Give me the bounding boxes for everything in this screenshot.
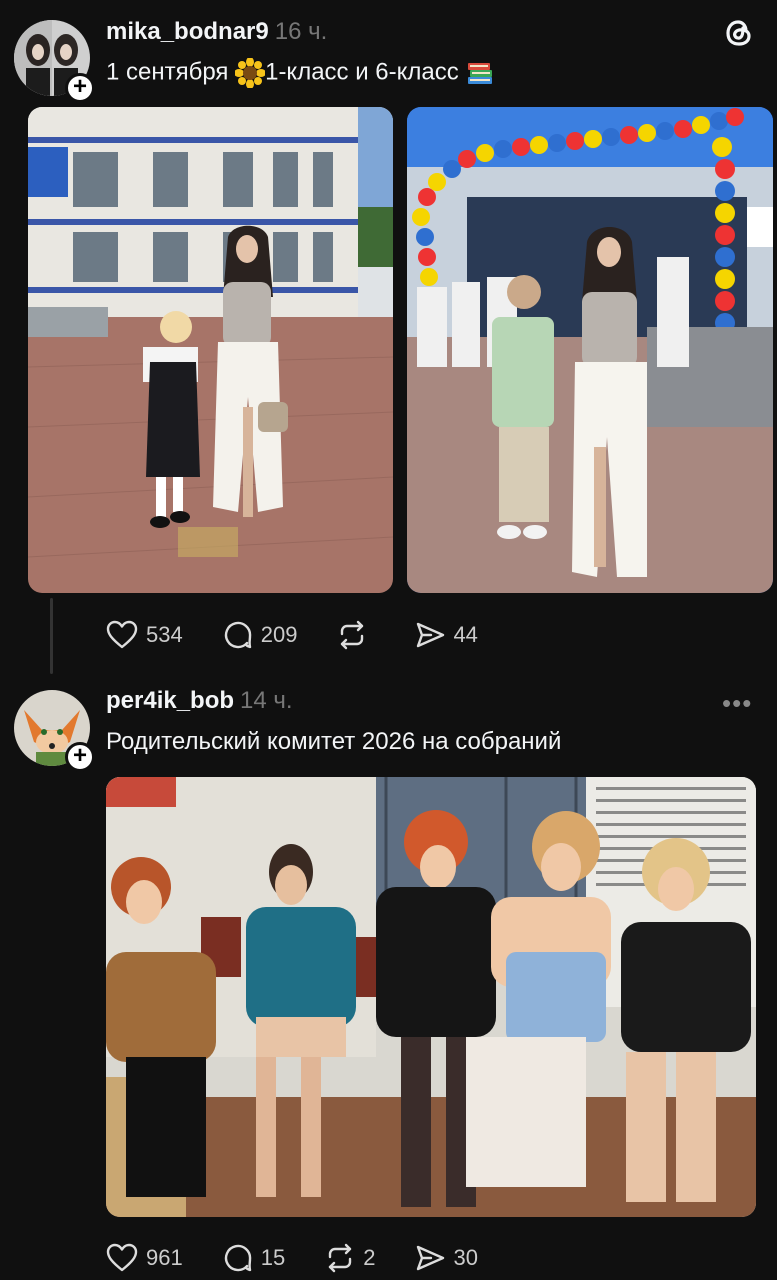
like-count: 534 xyxy=(146,622,183,647)
repost-button[interactable] xyxy=(337,620,375,650)
heart-icon xyxy=(106,620,138,649)
repost-count: 2 xyxy=(363,1245,376,1270)
post-2-actions: 961 15 2 30 xyxy=(106,1243,518,1273)
thread-line xyxy=(50,598,53,674)
username[interactable]: per4ik_bob 14 ч. xyxy=(106,687,293,715)
post-caption: 1 сентября 1-класс и 6-класс xyxy=(106,58,495,88)
threads-logo-icon[interactable] xyxy=(722,16,756,50)
comment-icon xyxy=(224,621,251,649)
repost-button[interactable]: 2 xyxy=(325,1243,375,1273)
share-button[interactable]: 30 xyxy=(415,1244,478,1272)
comment-button[interactable]: 15 xyxy=(223,1243,285,1273)
share-icon xyxy=(417,1245,445,1271)
books-emoji-icon xyxy=(468,63,493,84)
username-text[interactable]: mika_bodnar9 xyxy=(106,18,269,45)
more-options-button[interactable]: ••• xyxy=(722,688,752,719)
like-button[interactable]: 961 xyxy=(106,1243,183,1273)
share-icon xyxy=(417,622,445,648)
comment-count: 209 xyxy=(260,622,298,647)
share-count: 30 xyxy=(453,1245,478,1270)
sunflower-emoji-icon xyxy=(235,58,266,88)
post-time: 14 ч. xyxy=(240,687,293,714)
like-count: 961 xyxy=(146,1245,183,1270)
share-count: 44 xyxy=(453,622,478,647)
like-button[interactable]: 534 xyxy=(106,620,183,650)
username-text[interactable]: per4ik_bob xyxy=(106,687,234,714)
share-button[interactable]: 44 xyxy=(415,621,478,649)
comment-button[interactable]: 209 xyxy=(223,620,298,650)
follow-plus-button[interactable]: + xyxy=(65,73,95,103)
post-time: 16 ч. xyxy=(274,18,328,45)
comment-count: 15 xyxy=(260,1245,286,1270)
post-1-actions: 534 209 44 xyxy=(106,620,518,650)
repost-icon xyxy=(329,1243,352,1273)
follow-plus-button[interactable]: + xyxy=(65,742,95,772)
repost-icon xyxy=(341,620,364,650)
post-photo-2[interactable] xyxy=(407,107,773,593)
post-photo-1[interactable] xyxy=(28,107,393,593)
username[interactable]: mika_bodnar9 16 ч. xyxy=(106,18,327,46)
heart-icon xyxy=(106,1243,138,1272)
comment-icon xyxy=(224,1244,251,1272)
post-photo[interactable] xyxy=(106,777,756,1217)
post-caption: Родительский комитет 2026 на собраний xyxy=(106,728,562,755)
